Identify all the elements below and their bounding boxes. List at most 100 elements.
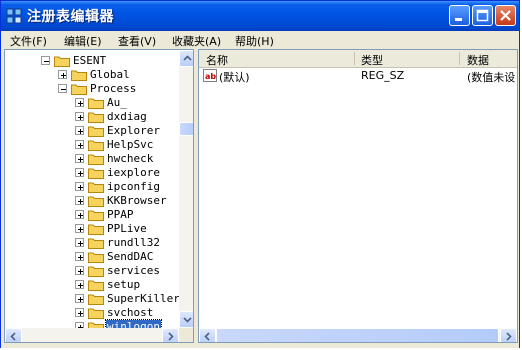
tree-node[interactable]: services	[75, 264, 193, 278]
svg-text:ab: ab	[205, 72, 216, 81]
scroll-left-button[interactable]	[5, 328, 22, 342]
tree-node[interactable]: hwcheck	[75, 152, 193, 166]
menu-help[interactable]: 帮助(H)	[235, 33, 274, 49]
scroll-right-button[interactable]	[162, 328, 179, 342]
tree-node-label: iexplore	[107, 166, 160, 179]
folder-icon	[88, 279, 104, 291]
plus-icon	[78, 241, 83, 246]
tree-node[interactable]: svchost	[75, 306, 193, 320]
scroll-right-button[interactable]	[500, 328, 517, 342]
tree-node[interactable]: iexplore	[75, 166, 193, 180]
menu-favorites[interactable]: 收藏夹(A)	[172, 33, 221, 49]
scroll-up-button[interactable]	[179, 50, 193, 67]
tree-node-label: SendDAC	[107, 250, 154, 263]
expand-toggle[interactable]	[75, 252, 84, 261]
expand-toggle[interactable]	[75, 98, 84, 107]
column-divider[interactable]	[459, 52, 460, 65]
plus-icon	[78, 199, 83, 204]
tree-node-label: PPLive	[107, 222, 147, 235]
open-folder-icon	[71, 83, 87, 95]
tree-node[interactable]: Explorer	[75, 124, 193, 138]
list-horizontal-scrollbar[interactable]	[199, 328, 517, 342]
maximize-button[interactable]	[472, 5, 493, 26]
menu-edit[interactable]: 编辑(E)	[64, 33, 102, 49]
expand-toggle[interactable]	[75, 112, 84, 121]
expand-toggle[interactable]	[75, 140, 84, 149]
collapse-toggle[interactable]	[58, 84, 67, 93]
title-bar[interactable]: 注册表编辑器	[1, 1, 519, 31]
expand-toggle[interactable]	[75, 168, 84, 177]
value-name: (默认)	[219, 71, 250, 84]
values-list[interactable]: 名称 类型 数据 ab (默认) REG_SZ (数值未设	[198, 49, 518, 343]
tree-node[interactable]: KKBrowser	[75, 194, 193, 208]
status-bar	[1, 344, 519, 348]
expand-toggle[interactable]	[75, 182, 84, 191]
tree-vertical-scrollbar[interactable]	[179, 50, 193, 328]
tree-node[interactable]: Au_	[75, 96, 193, 110]
menu-file[interactable]: 文件(F)	[10, 33, 47, 49]
scroll-thumb[interactable]	[179, 122, 193, 136]
column-header-data[interactable]: 数据	[467, 52, 489, 68]
menu-bar: 文件(F) 编辑(E) 查看(V) 收藏夹(A) 帮助(H)	[1, 31, 519, 49]
tree-horizontal-scrollbar[interactable]	[5, 328, 179, 342]
expand-toggle[interactable]	[75, 154, 84, 163]
menu-view[interactable]: 查看(V)	[118, 33, 156, 49]
folder-icon	[88, 139, 104, 151]
plus-icon	[78, 171, 83, 176]
plus-icon	[78, 213, 83, 218]
folder-icon	[88, 125, 104, 137]
collapse-toggle[interactable]	[41, 56, 50, 65]
minimize-button[interactable]	[449, 5, 470, 26]
tree-node[interactable]: PPLive	[75, 222, 193, 236]
expand-toggle[interactable]	[75, 294, 84, 303]
folder-icon	[88, 153, 104, 165]
expand-toggle[interactable]	[75, 126, 84, 135]
expand-toggle[interactable]	[75, 224, 84, 233]
plus-icon	[78, 283, 83, 288]
chevron-left-icon	[204, 332, 210, 341]
tree-node-label: Global	[90, 68, 130, 81]
expand-toggle[interactable]	[58, 70, 67, 79]
expand-toggle[interactable]	[75, 266, 84, 275]
chevron-down-icon	[183, 317, 192, 323]
expand-toggle[interactable]	[75, 308, 84, 317]
expand-toggle[interactable]	[75, 210, 84, 219]
column-divider[interactable]	[354, 52, 355, 65]
tree-node-label: svchost	[107, 306, 154, 319]
registry-tree[interactable]: ESENT Global Process Au_ dxdiag Explorer HelpS…	[4, 49, 194, 343]
minus-icon	[44, 61, 49, 62]
scroll-left-button[interactable]	[199, 328, 216, 342]
scroll-thumb[interactable]	[216, 328, 499, 342]
folder-icon	[88, 167, 104, 179]
folder-icon	[88, 181, 104, 193]
plus-icon	[78, 115, 83, 120]
open-folder-icon	[54, 55, 70, 67]
expand-toggle[interactable]	[75, 238, 84, 247]
maximize-icon	[476, 9, 489, 22]
expand-toggle[interactable]	[75, 280, 84, 289]
tree-node[interactable]: ESENT	[41, 54, 191, 68]
tree-node[interactable]: setup	[75, 278, 193, 292]
scroll-down-button[interactable]	[179, 311, 193, 328]
expand-toggle[interactable]	[75, 196, 84, 205]
plus-icon	[78, 311, 83, 316]
tree-node[interactable]: PPAP	[75, 208, 193, 222]
list-row[interactable]: ab (默认) REG_SZ (数值未设	[199, 68, 517, 84]
tree-node[interactable]: dxdiag	[75, 110, 193, 124]
close-button[interactable]	[495, 5, 516, 26]
tree-node-label: setup	[107, 278, 141, 291]
tree-node-label: rundll32	[107, 236, 160, 249]
tree-node[interactable]: ipconfig	[75, 180, 193, 194]
tree-node[interactable]: Global	[58, 68, 193, 82]
tree-node[interactable]: SendDAC	[75, 250, 193, 264]
folder-icon	[88, 251, 104, 263]
tree-node[interactable]: HelpSvc	[75, 138, 193, 152]
folder-icon	[88, 237, 104, 249]
column-header-type[interactable]: 类型	[361, 52, 383, 68]
column-header-name[interactable]: 名称	[206, 52, 228, 68]
tree-node[interactable]: rundll32	[75, 236, 193, 250]
plus-icon	[78, 255, 83, 260]
folder-icon	[71, 69, 87, 81]
tree-node[interactable]: SuperKiller	[75, 292, 193, 306]
tree-node[interactable]: Process	[58, 82, 193, 96]
